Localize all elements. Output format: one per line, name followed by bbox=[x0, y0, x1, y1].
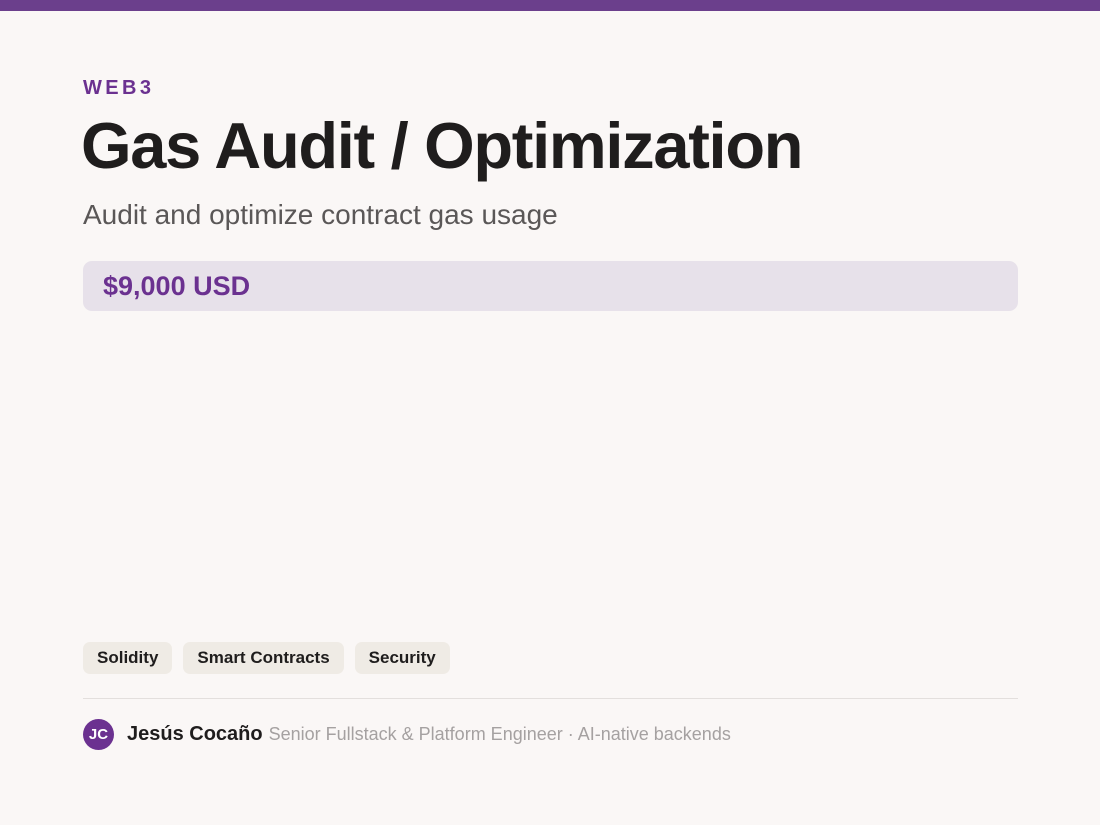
avatar: JC bbox=[83, 718, 114, 750]
top-accent-bar bbox=[0, 0, 1100, 11]
page-title: Gas Audit / Optimization bbox=[81, 109, 803, 182]
author-role: Senior Fullstack & Platform Engineer · A… bbox=[268, 723, 731, 744]
tag-solidity[interactable]: Solidity bbox=[83, 642, 173, 674]
page-subtitle: Audit and optimize contract gas usage bbox=[83, 199, 558, 230]
tag-security[interactable]: Security bbox=[354, 642, 450, 674]
price-label: $9,000 USD bbox=[103, 271, 251, 301]
price-box: $9,000 USD bbox=[83, 261, 1018, 311]
author-info: JC Jesús Cocaño Senior Fullstack & Platf… bbox=[83, 718, 731, 750]
category-label: WEB3 bbox=[83, 77, 155, 99]
tag-smart-contracts[interactable]: Smart Contracts bbox=[183, 642, 344, 674]
divider bbox=[83, 698, 1018, 699]
author-name: Jesús Cocaño bbox=[127, 722, 263, 745]
tag-list: Solidity Smart Contracts Security bbox=[83, 642, 450, 674]
